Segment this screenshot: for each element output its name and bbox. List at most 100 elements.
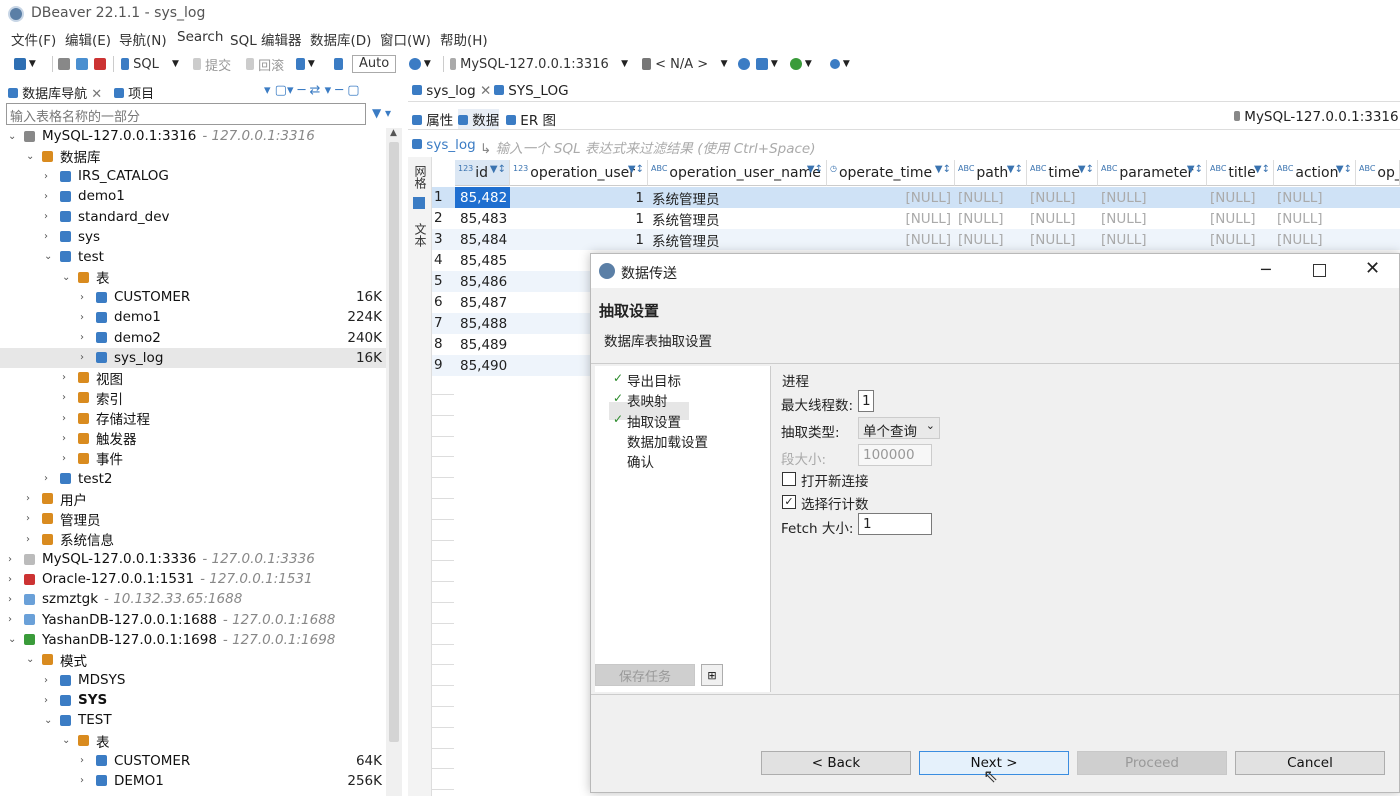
cell-null[interactable]: [NULL] [1027,187,1098,208]
tree-node[interactable]: › CUSTOMER 16K [0,287,388,307]
sql-filter-input[interactable]: ↳ 输入一个 SQL 表达式来过滤结果 (使用 Ctrl+Space) [480,137,816,157]
tree-node[interactable]: › sys_log 16K [0,347,388,368]
tree-node[interactable]: › 事件 [0,448,388,468]
column-header[interactable]: ABC title ▼↕ [1207,160,1274,186]
cancel-button[interactable]: Cancel [1235,751,1385,775]
collapse-arrow-icon[interactable]: ⌄ [62,735,70,746]
cell-id[interactable]: 85,485 [455,250,510,271]
column-header[interactable]: ABC time ▼↕ [1027,160,1098,186]
tab-sys-log[interactable]: sys_log ✕ [412,83,491,99]
segment-size-input[interactable]: 100000 [858,444,932,466]
wizard-step[interactable]: 确认 [627,451,654,471]
minimize-icon[interactable]: ─ [1261,260,1271,279]
invalidate-icon[interactable] [94,55,106,73]
collapse-arrow-icon[interactable]: ⌄ [8,634,16,645]
collapse-arrow-icon[interactable]: ⌄ [8,131,16,142]
tree-node[interactable]: › demo1 224K [0,307,388,327]
column-filter-sort-icon[interactable]: ▼↕ [935,164,951,175]
tree-node[interactable]: › szmztgk - 10.132.33.65:1688 [0,589,388,609]
cell-null[interactable]: [NULL] [1207,229,1274,250]
cell-id[interactable]: 85,486 [455,271,510,292]
cell-null[interactable]: [NULL] [1274,187,1356,208]
column-filter-sort-icon[interactable]: ▼↕ [1336,164,1352,175]
max-threads-input[interactable]: 1 [858,390,874,412]
expand-arrow-icon[interactable]: › [44,695,48,706]
cell-null[interactable]: [NULL] [1274,229,1356,250]
tree-node[interactable]: › MDSYS [0,670,388,690]
tree-node[interactable]: ⌄ YashanDB-127.0.0.1:1698 - 127.0.0.1:1698 [0,630,388,650]
close-icon[interactable]: ✕ [1365,258,1380,279]
tab-projects[interactable]: 项目 [114,83,154,102]
cell-null[interactable]: [NULL] [955,208,1027,229]
wizard-step[interactable]: 数据加载设置 [627,431,708,451]
subtab-data[interactable]: 数据 [458,109,500,129]
menu-database[interactable]: 数据库(D) [310,29,371,49]
tree-node[interactable]: ⌄ 表 [0,731,388,751]
cell-id[interactable]: 85,490 [455,355,510,376]
tree-node[interactable]: ⌄ test [0,247,388,267]
column-header[interactable]: ABC parameter ▼↕ [1098,160,1207,186]
tree-node[interactable]: ⌄ TEST [0,710,388,730]
cell-null[interactable]: [NULL] [1098,187,1207,208]
menu-sql-editor[interactable]: SQL 编辑器 [230,29,302,49]
menu-edit[interactable]: 编辑(E) [65,29,111,49]
expand-arrow-icon[interactable]: › [44,675,48,686]
column-filter-sort-icon[interactable]: ▼↕ [1078,164,1094,175]
collapse-arrow-icon[interactable]: ⌄ [62,272,70,283]
column-header[interactable]: 123 operation_user ▼↕ [510,160,648,186]
tree-node[interactable]: ⌄ MySQL-127.0.0.1:3316 - 127.0.0.1:3316 [0,126,388,146]
tree-node[interactable]: › demo2 240K [0,328,388,348]
back-button[interactable]: < Back [761,751,911,775]
cell-null[interactable]: [NULL] [1207,208,1274,229]
column-header[interactable]: ABC action ▼↕ [1274,160,1356,186]
column-header[interactable]: 123 id ▼↕ [455,160,510,186]
collapse-arrow-icon[interactable]: ⌄ [26,151,34,162]
expand-arrow-icon[interactable]: › [62,372,66,383]
expand-arrow-icon[interactable]: › [80,755,84,766]
cell-id[interactable]: 85,487 [455,292,510,313]
cell-id[interactable]: 85,484 [455,229,510,250]
disconnect-icon[interactable] [76,55,88,73]
task-config-icon[interactable]: ⊞ [701,664,723,686]
rollback-button[interactable]: 回滚 [246,55,284,74]
search-icon[interactable]: ▼ [830,55,850,73]
proceed-button[interactable]: Proceed [1077,751,1227,775]
expand-arrow-icon[interactable]: › [80,312,84,323]
new-connection-icon[interactable]: ▼ [14,55,36,73]
collapse-arrow-icon[interactable]: ⌄ [44,715,52,726]
expand-arrow-icon[interactable]: › [80,775,84,786]
tree-node[interactable]: › 用户 [0,489,388,509]
column-filter-sort-icon[interactable]: ▼↕ [807,164,823,175]
expand-arrow-icon[interactable]: › [44,191,48,202]
tree-node[interactable]: ⌄ 模式 [0,650,388,670]
tree-node[interactable]: › sys [0,227,388,247]
column-filter-sort-icon[interactable]: ▼↕ [628,164,644,175]
table-search-input[interactable]: 输入表格名称的一部分 [6,103,366,125]
menu-file[interactable]: 文件(F) [11,29,56,49]
column-filter-sort-icon[interactable]: ▼↕ [1007,164,1023,175]
expand-arrow-icon[interactable]: › [62,433,66,444]
sql-dropdown-icon[interactable]: ▼ [172,55,179,73]
tree-node[interactable]: › standard_dev [0,207,388,227]
tree-node[interactable]: › 视图 [0,368,388,388]
cell-null[interactable]: [NULL] [827,187,955,208]
lock-icon[interactable] [334,55,343,73]
cell-null[interactable]: [NULL] [827,229,955,250]
bug-icon[interactable]: ▼ [790,55,812,73]
tree-node[interactable]: › DEMO1 256K [0,771,388,791]
commit-button[interactable]: 提交 [193,55,231,74]
wizard-step[interactable]: 抽取设置 [627,411,681,431]
cell-operation-user[interactable]: 1 [510,229,644,250]
expand-arrow-icon[interactable]: › [80,352,84,363]
fetch-size-input[interactable]: 1 [858,513,932,535]
tab-database-navigator[interactable]: 数据库导航 ✕ [8,83,102,102]
column-header[interactable]: ABC path ▼↕ [955,160,1027,186]
text-view-tab[interactable]: 文本 [411,223,429,247]
tree-node[interactable]: › Oracle-127.0.0.1:1531 - 127.0.0.1:1531 [0,569,388,589]
tree-node[interactable]: ⌄ 数据库 [0,146,388,166]
connect-icon[interactable] [58,55,70,73]
auto-commit-toggle[interactable]: Auto [352,55,397,73]
save-task-button[interactable]: 保存任务 [595,664,695,686]
expand-arrow-icon[interactable]: › [26,513,30,524]
tree-node[interactable]: › 存储过程 [0,408,388,428]
